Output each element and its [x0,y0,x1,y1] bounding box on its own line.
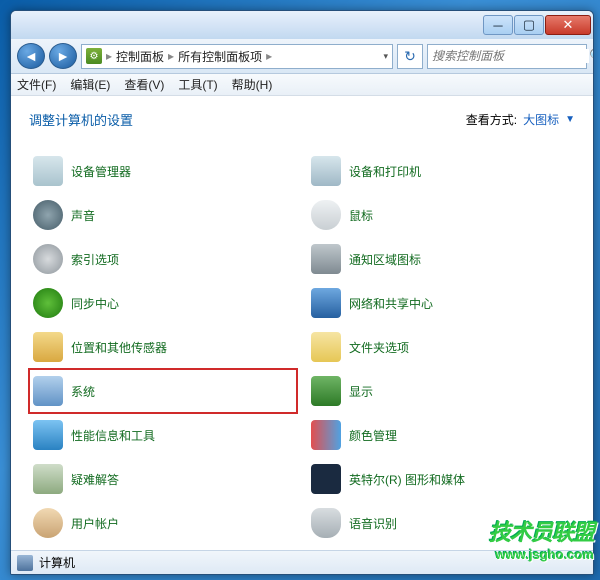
speech-icon [311,508,341,538]
item-label: 位置和其他传感器 [71,339,167,356]
control-panel-item[interactable]: 位置和其他传感器 [29,325,297,369]
folder-options-icon [311,332,341,362]
navigation-bar: ◄ ► ⚙ ▸ 控制面板 ▸ 所有控制面板项 ▸ ▾ ↻ 🔍 [11,39,593,74]
control-panel-item[interactable]: 鼠标 [307,193,575,237]
intel-graphics-icon [311,464,341,494]
system-icon [33,376,63,406]
display-icon [311,376,341,406]
breadcrumb-part[interactable]: 所有控制面板项 [178,48,262,65]
chevron-right-icon: ▸ [264,49,274,63]
item-label: 同步中心 [71,295,119,312]
chevron-right-icon: ▸ [166,49,176,63]
search-input[interactable] [432,49,589,63]
close-button[interactable]: ✕ [545,15,591,35]
maximize-button[interactable]: ▢ [514,15,544,35]
control-panel-item[interactable]: 语音识别 [307,501,575,545]
control-panel-item[interactable]: 桌面小工具 [29,545,297,550]
menu-bar: 文件(F) 编辑(E) 查看(V) 工具(T) 帮助(H) [11,74,593,96]
mouse-icon [311,200,341,230]
menu-help[interactable]: 帮助(H) [232,76,273,93]
item-label: 通知区域图标 [349,251,421,268]
troubleshoot-icon [33,464,63,494]
item-label: 索引选项 [71,251,119,268]
control-panel-grid: 设备管理器 设备和打印机声音 鼠标索引选项 通知区域图标同步中心 网络和共享中心位置和其… [29,149,575,550]
page-title: 调整计算机的设置 [29,110,133,129]
back-button[interactable]: ◄ [17,43,45,69]
content-header: 调整计算机的设置 查看方式: 大图标 ▼ [29,110,575,129]
menu-edit[interactable]: 编辑(E) [70,76,110,93]
item-label: 英特尔(R) 图形和媒体 [349,471,465,488]
performance-icon [33,420,63,450]
item-label: 网络和共享中心 [349,295,433,312]
control-panel-item[interactable]: 颜色管理 [307,413,575,457]
control-panel-item[interactable]: 英特尔(R) 图形和媒体 [307,457,575,501]
control-panel-item[interactable]: 自动播放 [307,545,575,550]
view-label: 查看方式: [466,111,517,128]
item-label: 文件夹选项 [349,339,409,356]
status-label: 计算机 [39,554,75,571]
breadcrumb-part[interactable]: 控制面板 [116,48,164,65]
view-mode-value[interactable]: 大图标 [523,111,559,128]
item-label: 用户帐户 [71,515,119,532]
color-management-icon [311,420,341,450]
item-label: 鼠标 [349,207,373,224]
chevron-down-icon[interactable]: ▾ [383,51,388,62]
user-accounts-icon [33,508,63,538]
breadcrumb[interactable]: ⚙ ▸ 控制面板 ▸ 所有控制面板项 ▸ ▾ [81,44,393,69]
item-label: 声音 [71,207,95,224]
control-panel-item[interactable]: 设备管理器 [29,149,297,193]
control-panel-item[interactable]: 索引选项 [29,237,297,281]
control-panel-item[interactable]: 网络和共享中心 [307,281,575,325]
chevron-right-icon: ▸ [104,49,114,63]
network-sharing-icon [311,288,341,318]
status-bar: 计算机 [11,550,593,574]
item-label: 系统 [71,383,95,400]
sync-center-icon [33,288,63,318]
item-label: 设备管理器 [71,163,131,180]
menu-file[interactable]: 文件(F) [17,76,56,93]
control-panel-item[interactable]: 性能信息和工具 [29,413,297,457]
item-label: 语音识别 [349,515,397,532]
content-area: 调整计算机的设置 查看方式: 大图标 ▼ 设备管理器 设备和打印机声音 鼠标索引选项… [11,96,593,550]
forward-button[interactable]: ► [49,43,77,69]
menu-tools[interactable]: 工具(T) [178,76,217,93]
control-panel-item[interactable]: 通知区域图标 [307,237,575,281]
menu-view[interactable]: 查看(V) [124,76,164,93]
explorer-window: ─ ▢ ✕ ◄ ► ⚙ ▸ 控制面板 ▸ 所有控制面板项 ▸ ▾ ↻ 🔍 文件(… [10,10,594,575]
search-box[interactable]: 🔍 [427,44,587,69]
chevron-down-icon[interactable]: ▼ [565,114,575,125]
control-panel-icon: ⚙ [86,48,102,64]
sound-icon [33,200,63,230]
control-panel-item[interactable]: 文件夹选项 [307,325,575,369]
control-panel-item[interactable]: 系统 [29,369,297,413]
location-sensor-icon [33,332,63,362]
computer-icon [17,555,33,571]
control-panel-item[interactable]: 声音 [29,193,297,237]
control-panel-item[interactable]: 同步中心 [29,281,297,325]
device-manager-icon [33,156,63,186]
search-icon[interactable]: 🔍 [589,48,594,64]
item-label: 显示 [349,383,373,400]
item-label: 设备和打印机 [349,163,421,180]
control-panel-item[interactable]: 用户帐户 [29,501,297,545]
refresh-button[interactable]: ↻ [397,44,423,69]
titlebar: ─ ▢ ✕ [11,11,593,39]
control-panel-item[interactable]: 疑难解答 [29,457,297,501]
control-panel-item[interactable]: 显示 [307,369,575,413]
printer-icon [311,156,341,186]
item-label: 性能信息和工具 [71,427,155,444]
notification-area-icon [311,244,341,274]
indexing-icon [33,244,63,274]
control-panel-item[interactable]: 设备和打印机 [307,149,575,193]
minimize-button[interactable]: ─ [483,15,513,35]
item-label: 疑难解答 [71,471,119,488]
view-mode-picker[interactable]: 查看方式: 大图标 ▼ [466,111,575,128]
item-label: 颜色管理 [349,427,397,444]
